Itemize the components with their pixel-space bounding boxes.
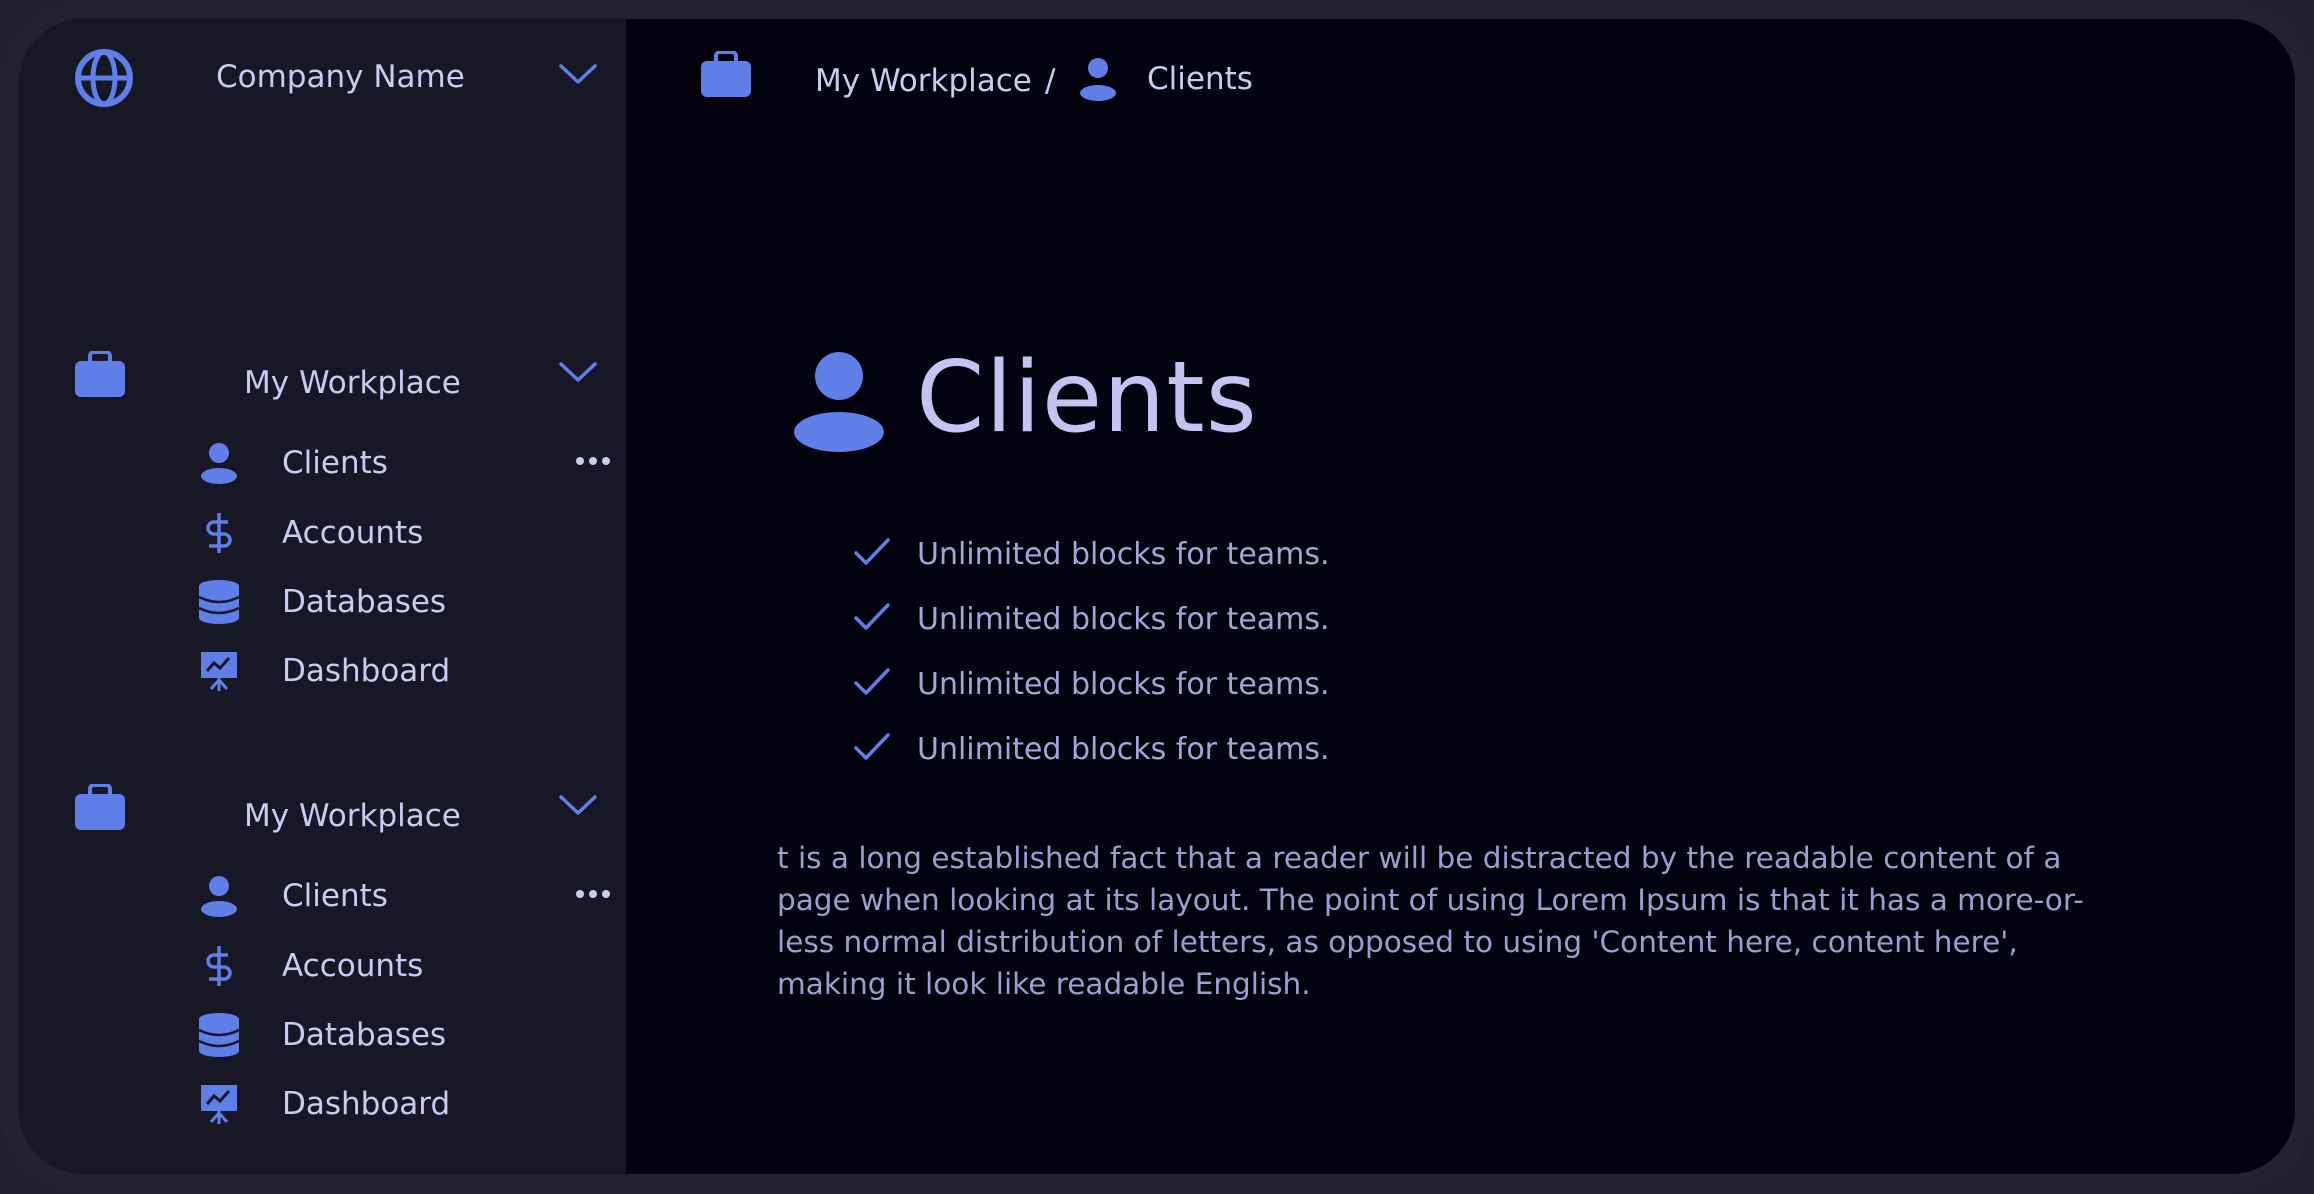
sidebar-item-clients[interactable]: Clients [197, 435, 617, 491]
briefcase-icon [701, 50, 751, 101]
group-title: My Workplace [244, 798, 461, 834]
feature-text: Unlimited blocks for teams. [917, 732, 1330, 767]
globe-icon [75, 49, 133, 107]
breadcrumb-current: Clients [1147, 61, 1253, 97]
sidebar-item-label: Clients [282, 445, 388, 481]
check-icon [854, 667, 890, 701]
group-header-my-workplace[interactable]: My Workplace [75, 784, 605, 844]
page-title: Clients [916, 341, 1258, 455]
sidebar-item-label: Clients [282, 878, 388, 914]
feature-text: Unlimited blocks for teams. [917, 667, 1330, 702]
sidebar-item-label: Databases [282, 1017, 447, 1053]
sidebar-item-label: Databases [282, 584, 447, 620]
user-icon [197, 874, 241, 918]
breadcrumb-parent[interactable]: My Workplace [815, 63, 1032, 99]
dollar-icon [197, 944, 241, 988]
sidebar-item-label: Dashboard [282, 1086, 451, 1122]
dollar-icon [197, 511, 241, 555]
database-icon [197, 1013, 241, 1057]
briefcase-icon [75, 784, 125, 830]
presentation-chart-icon [197, 1082, 241, 1126]
sidebar-item-accounts[interactable]: Accounts [197, 505, 617, 561]
briefcase-icon [75, 351, 125, 397]
chevron-down-icon[interactable] [559, 63, 597, 89]
check-icon [854, 602, 890, 636]
sidebar-item-clients[interactable]: Clients [197, 868, 617, 924]
group-header-my-workplace[interactable]: My Workplace [75, 351, 605, 411]
feature-text: Unlimited blocks for teams. [917, 602, 1330, 637]
sidebar-item-label: Dashboard [282, 653, 451, 689]
list-item: Unlimited blocks for teams. [854, 594, 1454, 644]
list-item: Unlimited blocks for teams. [854, 659, 1454, 709]
sidebar-item-label: Accounts [282, 515, 424, 551]
check-icon [854, 732, 890, 766]
sidebar-item-dashboard[interactable]: Dashboard [197, 643, 617, 699]
body-paragraph: t is a long established fact that a read… [777, 841, 2084, 1001]
company-name: Company Name [216, 59, 465, 95]
presentation-chart-icon [197, 649, 241, 693]
main-content: My Workplace / Clients Clients Unlimited… [626, 19, 2295, 1174]
sidebar: Company Name My Workplace Clients Accoun… [19, 19, 626, 1174]
sidebar-item-databases[interactable]: Databases [197, 1007, 617, 1063]
feature-text: Unlimited blocks for teams. [917, 537, 1330, 572]
sidebar-item-label: Accounts [282, 948, 424, 984]
user-icon [1078, 57, 1118, 105]
user-icon [793, 352, 885, 456]
list-item: Unlimited blocks for teams. [854, 529, 1454, 579]
chevron-down-icon[interactable] [559, 361, 597, 387]
more-horizontal-icon[interactable] [575, 451, 611, 470]
app-window: Company Name My Workplace Clients Accoun… [19, 19, 2295, 1174]
more-horizontal-icon[interactable] [575, 884, 611, 903]
sidebar-item-dashboard[interactable]: Dashboard [197, 1076, 617, 1132]
sidebar-item-databases[interactable]: Databases [197, 574, 617, 630]
app-frame: Company Name My Workplace Clients Accoun… [0, 0, 2314, 1194]
company-switcher[interactable]: Company Name [75, 49, 605, 109]
list-item: Unlimited blocks for teams. [854, 724, 1454, 774]
breadcrumb-separator: / [1045, 63, 1056, 99]
sidebar-item-accounts[interactable]: Accounts [197, 938, 617, 994]
check-icon [854, 537, 890, 571]
database-icon [197, 580, 241, 624]
chevron-down-icon[interactable] [559, 794, 597, 820]
group-title: My Workplace [244, 365, 461, 401]
user-icon [197, 441, 241, 485]
